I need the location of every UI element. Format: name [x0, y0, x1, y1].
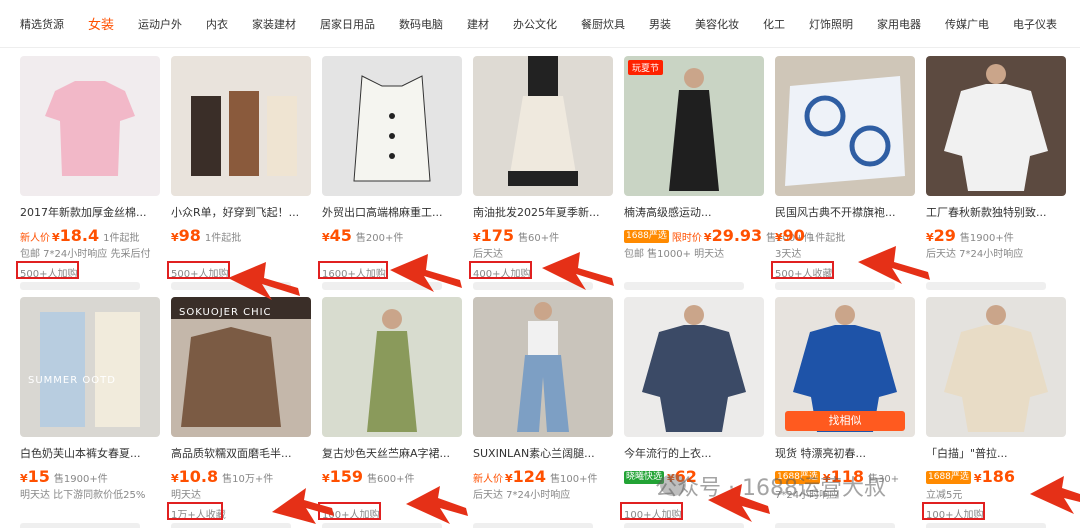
annotation-arrow-icon: [542, 252, 614, 290]
annotation-arrow-icon: [390, 254, 462, 292]
annotation-arrow-icon: [272, 488, 334, 524]
annotation-arrow-icon: [406, 486, 468, 524]
annotation-arrow-icon: [228, 262, 300, 300]
annotation-arrow-icon: [1030, 476, 1080, 514]
watermark: 公众号 · 1688运营大叔: [655, 476, 886, 501]
annotation-arrow-icon: [858, 246, 930, 284]
annotation-arrows: [228, 246, 1080, 524]
